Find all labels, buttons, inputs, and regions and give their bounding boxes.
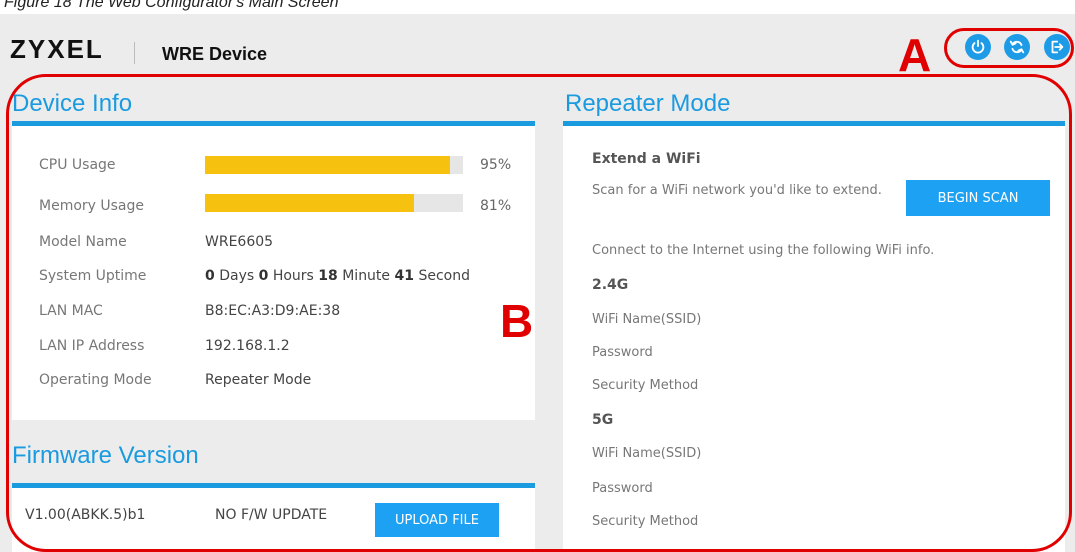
callout-b-label: B [500, 295, 534, 347]
zyxel-logo: ZYXEL [10, 34, 104, 64]
header-divider [134, 42, 135, 64]
main-screen: ZYXEL WRE Device Device Info CPU Usage 9… [0, 14, 1075, 552]
device-title: WRE Device [162, 44, 268, 64]
callout-a-label: A [898, 29, 932, 81]
callout-b-outline [6, 74, 1072, 552]
figure-caption: Figure 18 The Web Configurator's Main Sc… [4, 0, 339, 11]
callout-a-outline [944, 28, 1074, 68]
